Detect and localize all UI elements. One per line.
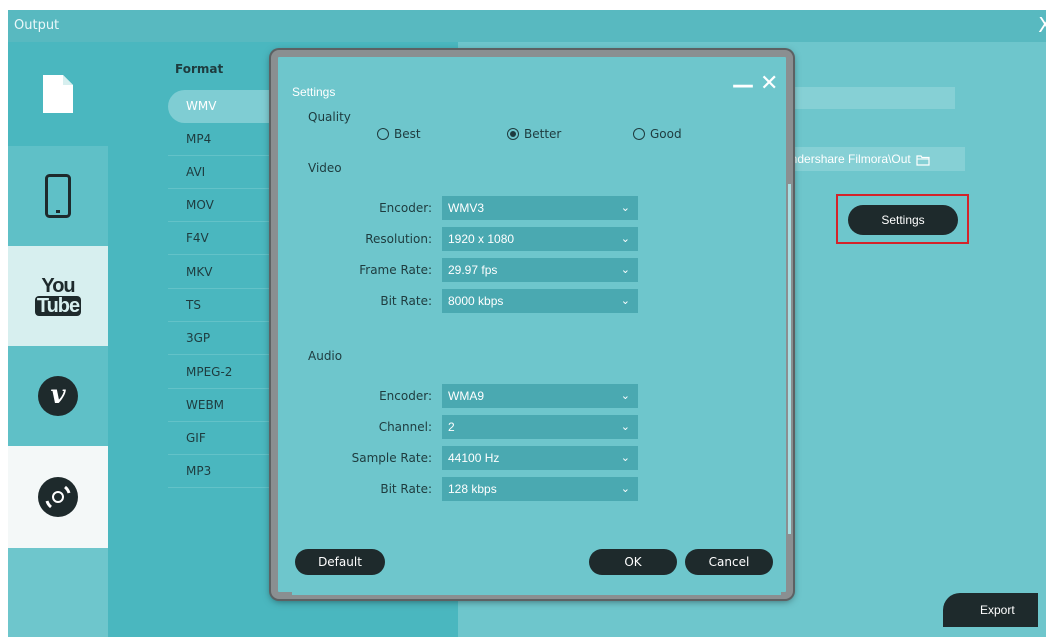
audio-encoder-select[interactable]: WMA9 ⌄ (442, 384, 638, 408)
video-heading: Video (308, 161, 342, 175)
chevron-down-icon: ⌄ (620, 233, 630, 245)
quality-label: Quality (308, 110, 351, 124)
dialog-title: Settings (292, 85, 336, 99)
chevron-down-icon: ⌄ (620, 202, 630, 214)
quality-option-good-label: Good (650, 127, 682, 141)
audio-bit-rate-select[interactable]: 128 kbps ⌄ (442, 477, 638, 501)
dialog-scrollbar[interactable] (788, 184, 791, 534)
phone-icon (45, 174, 71, 218)
audio-bit-rate-label: Bit Rate: (380, 482, 432, 496)
video-resolution-select[interactable]: 1920 x 1080 ⌄ (442, 227, 638, 251)
video-encoder-label: Encoder: (379, 201, 432, 215)
video-encoder-select[interactable]: WMV3 ⌄ (442, 196, 638, 220)
category-selected-arrow (108, 82, 120, 106)
audio-bit-rate-value: 128 kbps (448, 482, 497, 496)
video-encoder-value: WMV3 (448, 201, 484, 215)
category-dvd[interactable] (8, 446, 108, 548)
category-vimeo[interactable]: v (8, 346, 108, 446)
youtube-icon: You Tube (34, 275, 82, 317)
quality-option-best[interactable]: Best (377, 127, 421, 141)
dvd-icon (38, 477, 78, 517)
folder-icon[interactable] (916, 154, 930, 166)
file-icon (43, 75, 73, 113)
audio-sample-rate-value: 44100 Hz (448, 451, 500, 465)
chevron-down-icon: ⌄ (620, 421, 630, 433)
video-resolution-label: Resolution: (365, 232, 432, 246)
format-heading: Format (175, 62, 224, 76)
output-name-field[interactable] (770, 87, 955, 109)
chevron-down-icon: ⌄ (620, 483, 630, 495)
dialog-body: Quality Best Better Good Video Encoder: … (292, 104, 791, 595)
quality-option-better-label: Better (524, 127, 562, 141)
output-path-value: ondershare Filmora\Out (784, 152, 911, 166)
default-button[interactable]: Default (295, 549, 385, 575)
audio-sample-rate-select[interactable]: 44100 Hz ⌄ (442, 446, 638, 470)
video-frame-rate-select[interactable]: 29.97 fps ⌄ (442, 258, 638, 282)
audio-channel-value: 2 (448, 420, 455, 434)
minimize-icon[interactable]: — (732, 73, 754, 98)
ok-button[interactable]: OK (589, 549, 677, 575)
audio-channel-label: Channel: (378, 420, 432, 434)
video-bit-rate-label: Bit Rate: (380, 294, 432, 308)
settings-button[interactable]: Settings (848, 205, 958, 235)
video-resolution-value: 1920 x 1080 (448, 232, 515, 246)
quality-option-best-label: Best (394, 127, 421, 141)
settings-dialog: Settings — ✕ Quality Best Better Good Vi… (271, 50, 793, 599)
category-youtube[interactable]: You Tube (8, 246, 108, 346)
youtube-you-text: You (41, 275, 75, 297)
video-frame-rate-value: 29.97 fps (448, 263, 498, 277)
video-bit-rate-select[interactable]: 8000 kbps ⌄ (442, 289, 638, 313)
quality-option-better[interactable]: Better (507, 127, 561, 141)
category-file[interactable] (8, 42, 108, 146)
audio-encoder-label: Encoder: (379, 389, 432, 403)
quality-option-good[interactable]: Good (633, 127, 682, 141)
category-device[interactable] (8, 146, 108, 246)
window-close-icon[interactable]: X (1038, 10, 1046, 40)
audio-heading: Audio (308, 349, 343, 363)
chevron-down-icon: ⌄ (620, 390, 630, 402)
chevron-down-icon: ⌄ (620, 264, 630, 276)
audio-encoder-value: WMA9 (448, 389, 484, 403)
window-title: Output (14, 18, 60, 33)
video-bit-rate-value: 8000 kbps (448, 294, 504, 308)
window-titlebar: Output X (8, 10, 1046, 42)
radio-indicator (633, 128, 645, 140)
export-button[interactable]: Export (943, 593, 1038, 627)
close-icon[interactable]: ✕ (760, 71, 778, 96)
youtube-tube-text: Tube (34, 295, 82, 317)
radio-indicator (377, 128, 389, 140)
chevron-down-icon: ⌄ (620, 452, 630, 464)
audio-channel-select[interactable]: 2 ⌄ (442, 415, 638, 439)
output-path-field[interactable]: ondershare Filmora\Out (770, 147, 965, 171)
video-frame-rate-label: Frame Rate: (359, 263, 432, 277)
vimeo-icon: v (38, 376, 78, 416)
cancel-button[interactable]: Cancel (685, 549, 773, 575)
chevron-down-icon: ⌄ (620, 295, 630, 307)
radio-indicator-selected (507, 128, 519, 140)
audio-sample-rate-label: Sample Rate: (351, 451, 432, 465)
